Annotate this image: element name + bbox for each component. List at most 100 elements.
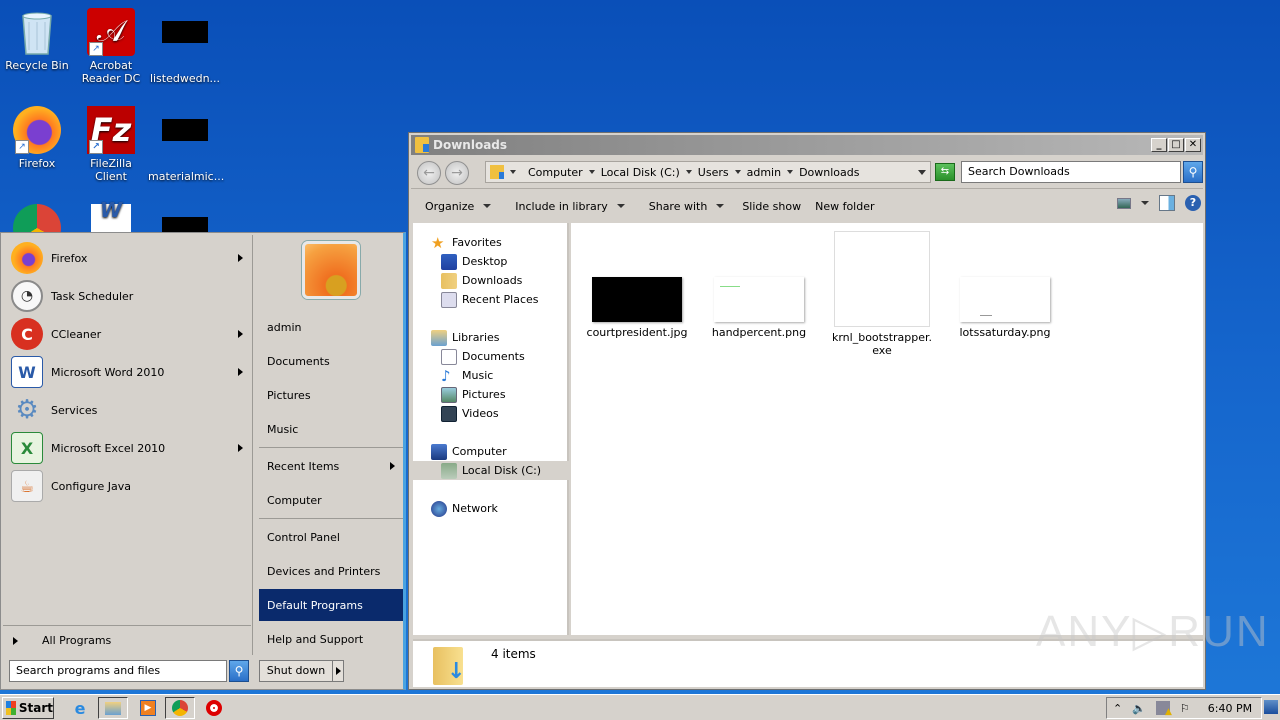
nav-computer[interactable]: Computer [413,442,569,461]
start-place-default-programs[interactable]: Default Programs [259,589,403,621]
nav-label: Local Disk (C:) [462,464,542,477]
preview-pane-icon[interactable] [1159,195,1175,211]
clock[interactable]: 6:40 PM [1208,702,1252,715]
nav-favorites[interactable]: ★ Favorites [413,233,569,252]
start-place-music[interactable]: Music [259,415,403,443]
nav-recent-places[interactable]: Recent Places [413,290,569,309]
start-program-firefox[interactable]: Firefox [11,240,251,276]
breadcrumb-item[interactable]: Computer [528,166,583,179]
new-folder-button[interactable]: New folder [811,191,884,221]
nav-label: Music [462,369,494,382]
start-program-excel[interactable]: X Microsoft Excel 2010 [11,430,251,466]
nav-videos[interactable]: Videos [413,404,569,423]
media-player-icon[interactable]: ▶ [136,697,160,719]
organize-button[interactable]: Organize [411,191,501,221]
address-history-dropdown[interactable] [918,170,926,175]
file-item[interactable]: handpercent.png [699,277,819,339]
start-place-help-support[interactable]: Help and Support [259,625,403,653]
nav-music[interactable]: ♪ Music [413,366,569,385]
file-item[interactable]: krnl_bootstrapper. exe [822,231,942,357]
breadcrumb-item[interactable]: Downloads [787,166,860,179]
start-menu: Firefox ◔ Task Scheduler C CCleaner W Mi… [0,232,406,690]
excel-icon: X [11,432,43,464]
submenu-arrow-icon [238,330,243,338]
search-icon[interactable]: ⚲ [229,660,249,682]
nav-desktop[interactable]: Desktop [413,252,569,271]
title-bar[interactable]: Downloads _ □ ✕ [411,135,1203,155]
breadcrumb-item[interactable]: Local Disk (C:) [588,165,680,179]
start-program-word[interactable]: W Microsoft Word 2010 [11,354,251,390]
place-label: Default Programs [267,598,363,612]
start-program-java[interactable]: ☕ Configure Java [11,468,251,504]
slide-show-button[interactable]: Slide show [734,191,811,221]
start-program-task-scheduler[interactable]: ◔ Task Scheduler [11,278,251,314]
nav-network[interactable]: Network [413,499,569,518]
desktop-icon-filezilla[interactable]: Fz ↗ FileZilla Client [74,106,148,183]
show-hidden-icons-button[interactable]: ⌃ [1113,702,1122,715]
desktop-icon-acrobat[interactable]: 𝒜 ↗ Acrobat Reader DC [74,8,148,85]
action-center-flag-icon[interactable]: ⚐ [1180,702,1190,715]
pictures-icon [441,386,457,403]
toolbar-label: Slide show [742,199,802,213]
start-place-recent-items[interactable]: Recent Items [259,452,403,480]
shutdown-options-button[interactable] [332,660,344,682]
nav-local-disk[interactable]: Local Disk (C:) [413,461,569,480]
word-icon: W [11,356,43,388]
start-place-devices-printers[interactable]: Devices and Printers [259,557,403,585]
all-programs-button[interactable]: All Programs [3,625,251,655]
start-program-ccleaner[interactable]: C CCleaner [11,316,251,352]
shutdown-button[interactable]: Shut down [259,660,333,682]
start-place-admin[interactable]: admin [259,313,403,341]
program-label: Services [51,403,98,417]
desktop-icon-recycle-bin[interactable]: Recycle Bin [0,8,74,72]
network-warning-icon[interactable]: ▲ [1155,701,1172,717]
desktop-icon-file[interactable]: materialmic... [148,106,224,183]
breadcrumb-item[interactable]: Users [685,166,729,179]
search-input[interactable]: Search Downloads [961,161,1181,183]
search-icon[interactable]: ⚲ [1183,161,1203,183]
refresh-icon[interactable]: ⇆ [935,163,955,181]
maximize-button[interactable]: □ [1168,138,1184,152]
opera-icon[interactable] [202,697,226,719]
place-label: Documents [267,354,330,368]
file-item[interactable]: lotssaturday.png [945,277,1065,339]
breadcrumb-item[interactable]: admin [734,166,781,179]
share-with-button[interactable]: Share with [635,191,735,221]
breadcrumb-root[interactable] [510,170,522,174]
nav-pictures[interactable]: Pictures [413,385,569,404]
view-options-dropdown[interactable] [1141,201,1149,205]
help-icon[interactable]: ? [1185,195,1201,211]
show-desktop-button[interactable] [1264,700,1278,714]
volume-icon[interactable]: 🔈 [1132,702,1146,715]
start-place-pictures[interactable]: Pictures [259,381,403,409]
nav-label: Favorites [452,236,502,249]
start-place-computer[interactable]: Computer [259,486,403,514]
explorer-icon[interactable] [98,697,128,719]
chrome-icon[interactable] [165,697,195,719]
address-bar[interactable]: Computer Local Disk (C:) Users admin Dow… [485,161,931,183]
start-search-input[interactable]: Search programs and files [9,660,227,682]
nav-libraries[interactable]: Libraries [413,328,569,347]
desktop-icon-firefox[interactable]: ↗ Firefox [0,106,74,170]
breadcrumb-label: Local Disk (C:) [600,165,680,179]
minimize-button[interactable]: _ [1151,138,1167,152]
view-controls: ? [1117,195,1201,211]
user-avatar[interactable] [302,241,360,299]
nav-downloads[interactable]: Downloads [413,271,569,290]
desktop-icon-file[interactable]: listedwedn... [148,8,222,85]
internet-explorer-icon[interactable]: e [68,697,92,719]
nav-label: Documents [462,350,525,363]
forward-button[interactable]: → [445,161,469,185]
start-place-control-panel[interactable]: Control Panel [259,523,403,551]
close-button[interactable]: ✕ [1185,138,1201,152]
start-program-services[interactable]: ⚙ Services [11,392,251,428]
start-button[interactable]: Start [2,697,54,719]
change-view-icon[interactable] [1117,197,1131,209]
back-button[interactable]: ← [417,161,441,185]
file-item[interactable]: courtpresident.jpg [577,277,697,339]
image-thumbnail [714,277,804,322]
include-in-library-button[interactable]: Include in library [501,191,634,221]
start-place-documents[interactable]: Documents [259,347,403,375]
place-label: admin [267,320,302,334]
nav-documents[interactable]: Documents [413,347,569,366]
